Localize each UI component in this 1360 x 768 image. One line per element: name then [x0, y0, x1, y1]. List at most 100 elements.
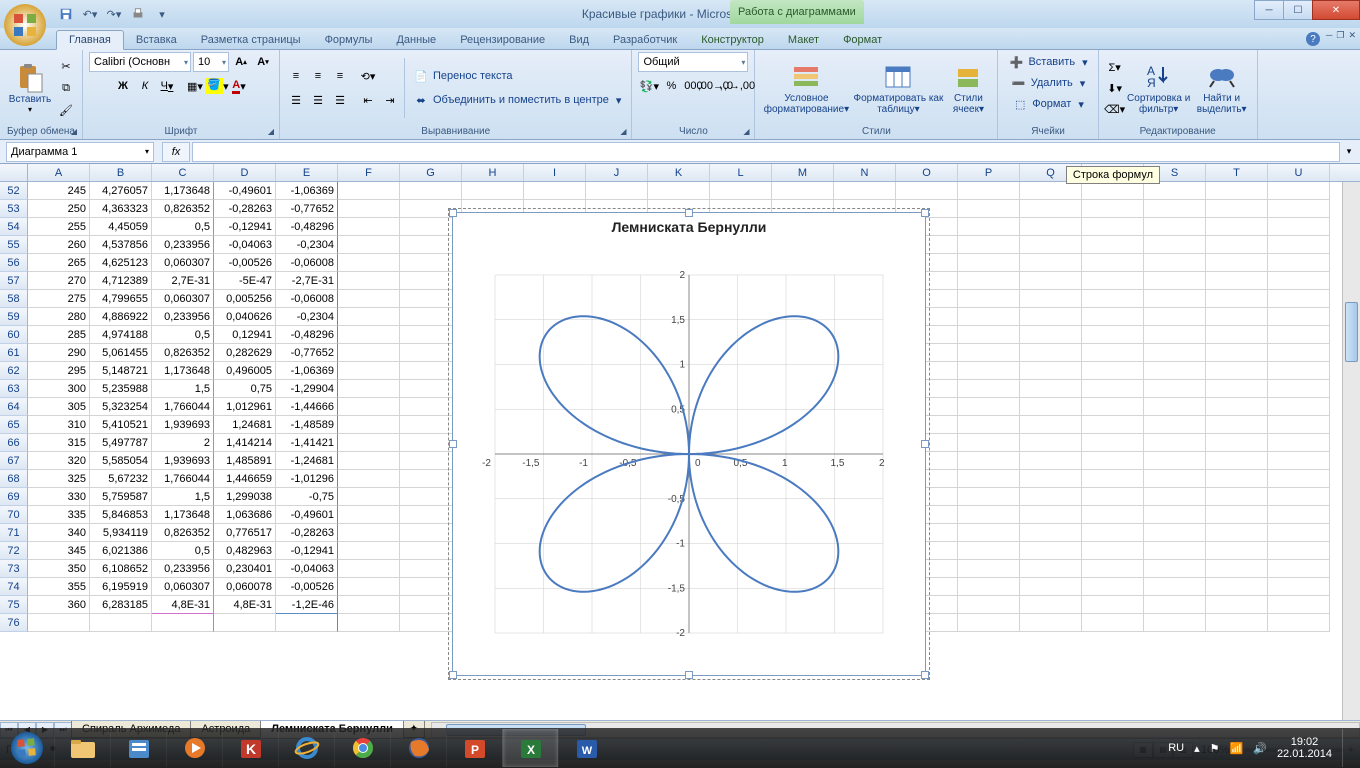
cell-D74[interactable]: 0,060078 — [214, 578, 276, 596]
cell-T54[interactable] — [1206, 218, 1268, 236]
cell-Q62[interactable] — [1020, 362, 1082, 380]
cell-U52[interactable] — [1268, 182, 1330, 200]
cell-Q59[interactable] — [1020, 308, 1082, 326]
cell-C69[interactable]: 1,5 — [152, 488, 214, 506]
cell-S68[interactable] — [1144, 470, 1206, 488]
cell-F75[interactable] — [338, 596, 400, 614]
cell-T67[interactable] — [1206, 452, 1268, 470]
tab-developer[interactable]: Разработчик — [601, 31, 689, 49]
cell-R68[interactable] — [1082, 470, 1144, 488]
cell-A67[interactable]: 320 — [28, 452, 90, 470]
row-header-59[interactable]: 59 — [0, 308, 28, 326]
row-header-71[interactable]: 71 — [0, 524, 28, 542]
cell-D60[interactable]: 0,12941 — [214, 326, 276, 344]
row-header-70[interactable]: 70 — [0, 506, 28, 524]
cell-D58[interactable]: 0,005256 — [214, 290, 276, 308]
cell-T58[interactable] — [1206, 290, 1268, 308]
cell-U72[interactable] — [1268, 542, 1330, 560]
cell-F72[interactable] — [338, 542, 400, 560]
cell-D75[interactable]: 4,8E-31 — [214, 596, 276, 614]
cell-A63[interactable]: 300 — [28, 380, 90, 398]
cell-T61[interactable] — [1206, 344, 1268, 362]
cell-D62[interactable]: 0,496005 — [214, 362, 276, 380]
cell-E73[interactable]: -0,04063 — [276, 560, 338, 578]
cell-Q53[interactable] — [1020, 200, 1082, 218]
cell-U63[interactable] — [1268, 380, 1330, 398]
cell-U65[interactable] — [1268, 416, 1330, 434]
row-header-74[interactable]: 74 — [0, 578, 28, 596]
cell-R55[interactable] — [1082, 236, 1144, 254]
cell-Q69[interactable] — [1020, 488, 1082, 506]
cell-F53[interactable] — [338, 200, 400, 218]
cell-S63[interactable] — [1144, 380, 1206, 398]
align-right-icon[interactable]: ☰ — [330, 90, 350, 110]
cell-R54[interactable] — [1082, 218, 1144, 236]
cell-E55[interactable]: -0,2304 — [276, 236, 338, 254]
cell-A65[interactable]: 310 — [28, 416, 90, 434]
cell-R66[interactable] — [1082, 434, 1144, 452]
cell-E72[interactable]: -0,12941 — [276, 542, 338, 560]
resize-handle-nw[interactable] — [449, 209, 457, 217]
cell-P57[interactable] — [958, 272, 1020, 290]
cell-P58[interactable] — [958, 290, 1020, 308]
cell-E61[interactable]: -0,77652 — [276, 344, 338, 362]
row-header-52[interactable]: 52 — [0, 182, 28, 200]
redo-icon[interactable]: ↷▾ — [104, 4, 124, 24]
taskbar-ie-icon[interactable] — [278, 729, 334, 767]
undo-icon[interactable]: ↶▾ — [80, 4, 100, 24]
cell-B57[interactable]: 4,712389 — [90, 272, 152, 290]
maximize-button[interactable]: ☐ — [1283, 0, 1313, 20]
cell-F58[interactable] — [338, 290, 400, 308]
cell-P76[interactable] — [958, 614, 1020, 632]
cell-B64[interactable]: 5,323254 — [90, 398, 152, 416]
cell-Q61[interactable] — [1020, 344, 1082, 362]
cell-U62[interactable] — [1268, 362, 1330, 380]
cell-C54[interactable]: 0,5 — [152, 218, 214, 236]
cell-F63[interactable] — [338, 380, 400, 398]
cell-S56[interactable] — [1144, 254, 1206, 272]
col-header-T[interactable]: T — [1206, 164, 1268, 181]
cell-B65[interactable]: 5,410521 — [90, 416, 152, 434]
cell-B53[interactable]: 4,363323 — [90, 200, 152, 218]
cell-R73[interactable] — [1082, 560, 1144, 578]
cell-F71[interactable] — [338, 524, 400, 542]
row-header-67[interactable]: 67 — [0, 452, 28, 470]
cell-R74[interactable] — [1082, 578, 1144, 596]
cell-Q63[interactable] — [1020, 380, 1082, 398]
format-painter-icon[interactable]: 🖌 — [56, 100, 76, 120]
cell-E62[interactable]: -1,06369 — [276, 362, 338, 380]
cell-P56[interactable] — [958, 254, 1020, 272]
cell-S53[interactable] — [1144, 200, 1206, 218]
cell-P65[interactable] — [958, 416, 1020, 434]
cell-O52[interactable] — [896, 182, 958, 200]
chart-object[interactable]: Лемниската Бернулли -2-1,5-1-0,500,511,5… — [452, 212, 926, 676]
resize-handle-n[interactable] — [685, 209, 693, 217]
cell-B63[interactable]: 5,235988 — [90, 380, 152, 398]
cell-Q73[interactable] — [1020, 560, 1082, 578]
cell-A57[interactable]: 270 — [28, 272, 90, 290]
cell-U57[interactable] — [1268, 272, 1330, 290]
start-button[interactable] — [0, 728, 54, 768]
cut-icon[interactable]: ✂ — [56, 56, 76, 76]
cell-styles-button[interactable]: Стили ячеек▾ — [945, 61, 991, 115]
wrap-text-button[interactable]: 📄Перенос текста — [409, 66, 625, 86]
chart-title[interactable]: Лемниската Бернулли — [453, 219, 925, 235]
font-color-icon[interactable]: A▾ — [229, 76, 249, 96]
cell-D67[interactable]: 1,485891 — [214, 452, 276, 470]
decrease-indent-icon[interactable]: ⇤ — [358, 90, 378, 110]
clipboard-launcher-icon[interactable]: ◢ — [68, 125, 80, 137]
col-header-H[interactable]: H — [462, 164, 524, 181]
cell-S52[interactable] — [1144, 182, 1206, 200]
cell-Q66[interactable] — [1020, 434, 1082, 452]
cell-F62[interactable] — [338, 362, 400, 380]
underline-button[interactable]: Ч▾ — [157, 76, 177, 96]
cell-S71[interactable] — [1144, 524, 1206, 542]
row-header-53[interactable]: 53 — [0, 200, 28, 218]
cell-R72[interactable] — [1082, 542, 1144, 560]
copy-icon[interactable]: ⧉ — [56, 78, 76, 98]
worksheet-grid[interactable]: ABCDEFGHIJKLMNOPQRSTU 522454,2760571,173… — [0, 164, 1360, 720]
cell-F67[interactable] — [338, 452, 400, 470]
cell-E66[interactable]: -1,41421 — [276, 434, 338, 452]
cell-D54[interactable]: -0,12941 — [214, 218, 276, 236]
cell-S65[interactable] — [1144, 416, 1206, 434]
